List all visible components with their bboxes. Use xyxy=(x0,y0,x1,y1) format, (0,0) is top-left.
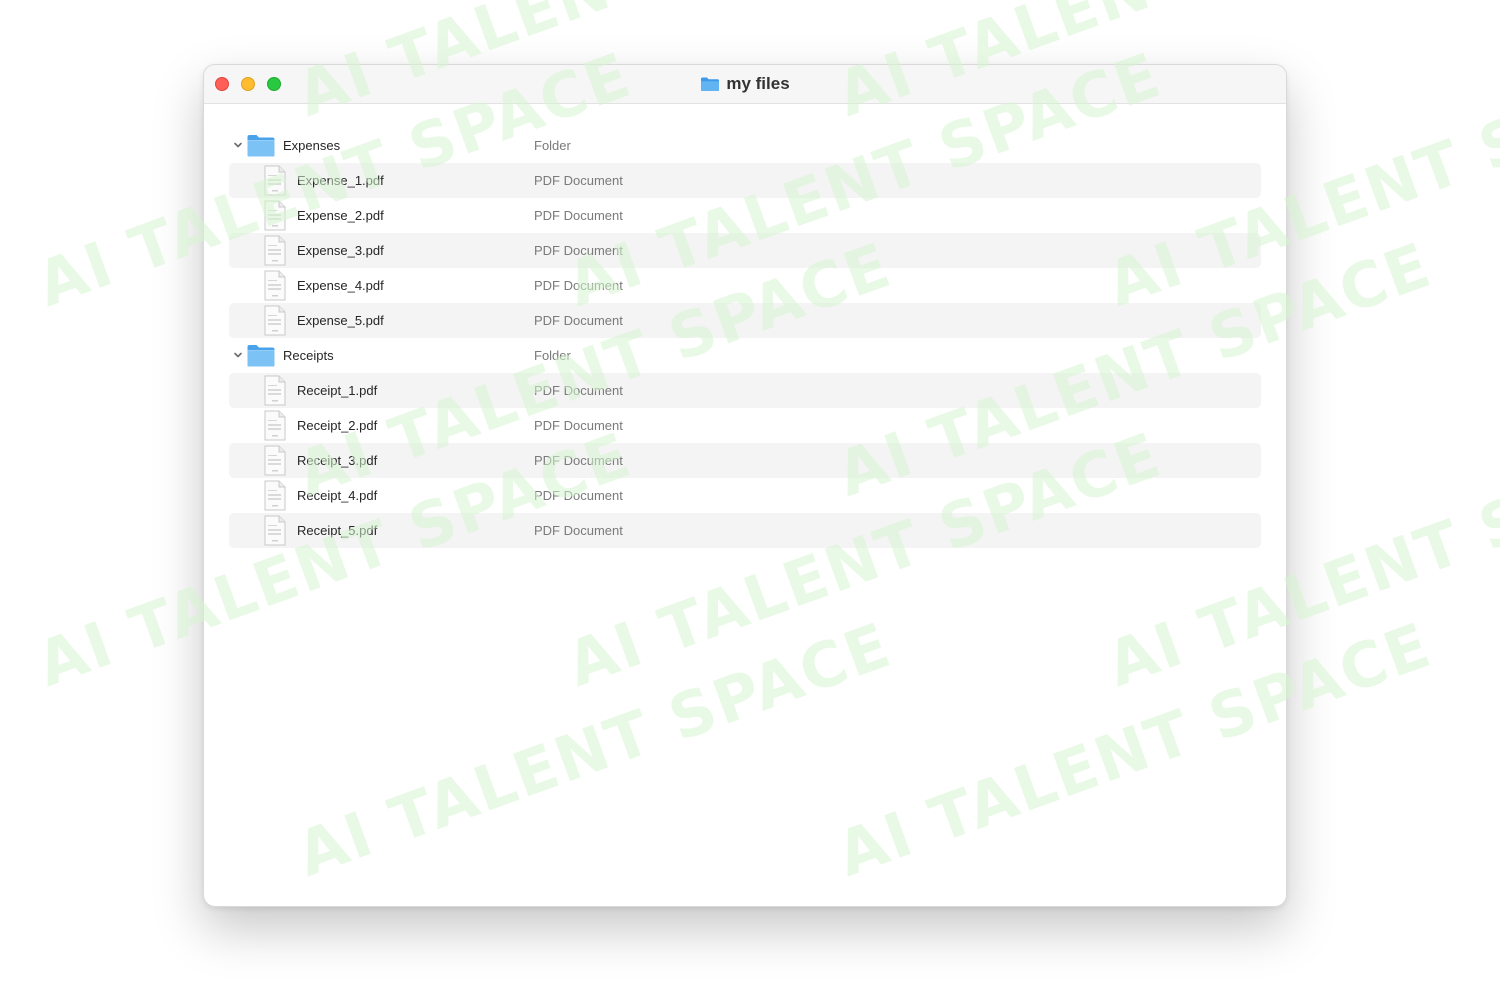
kind-label: PDF Document xyxy=(534,488,623,503)
pdf-document-icon xyxy=(264,305,286,336)
pdf-document-icon xyxy=(264,375,286,406)
file-name: Expense_2.pdf xyxy=(297,208,384,223)
disclosure-chevron-icon[interactable] xyxy=(232,139,244,151)
pdf-document-icon xyxy=(264,165,286,196)
pdf-document-icon xyxy=(264,235,286,266)
kind-label: PDF Document xyxy=(534,453,623,468)
kind-label: PDF Document xyxy=(534,278,623,293)
kind-label: PDF Document xyxy=(534,418,623,433)
pdf-document-icon xyxy=(264,515,286,546)
kind-label: PDF Document xyxy=(534,208,623,223)
title-bar[interactable]: my files xyxy=(204,65,1286,104)
kind-label: PDF Document xyxy=(534,313,623,328)
kind-label: PDF Document xyxy=(534,523,623,538)
kind-label: Folder xyxy=(534,348,571,363)
file-row[interactable]: Expense_1.pdf PDF Document xyxy=(229,163,1261,198)
window-title: my files xyxy=(726,74,790,93)
kind-label: PDF Document xyxy=(534,173,623,188)
folder-icon xyxy=(247,345,275,367)
pdf-document-icon xyxy=(264,200,286,231)
file-row[interactable]: Receipt_2.pdf PDF Document xyxy=(229,408,1261,443)
disclosure-chevron-icon[interactable] xyxy=(232,349,244,361)
folder-icon xyxy=(247,135,275,157)
file-row[interactable]: Expense_4.pdf PDF Document xyxy=(229,268,1261,303)
file-row[interactable]: Receipt_4.pdf PDF Document xyxy=(229,478,1261,513)
file-name: Receipt_1.pdf xyxy=(297,383,378,398)
file-row[interactable]: Receipt_5.pdf PDF Document xyxy=(229,513,1261,548)
folder-name: Receipts xyxy=(283,348,334,363)
pdf-document-icon xyxy=(264,270,286,301)
file-name: Receipt_3.pdf xyxy=(297,453,378,468)
kind-label: PDF Document xyxy=(534,243,623,258)
file-row[interactable]: Expense_2.pdf PDF Document xyxy=(229,198,1261,233)
file-row[interactable]: Receipt_3.pdf PDF Document xyxy=(229,443,1261,478)
file-name: Receipt_2.pdf xyxy=(297,418,378,433)
file-name: Expense_5.pdf xyxy=(297,313,384,328)
kind-label: Folder xyxy=(534,138,571,153)
file-name: Receipt_5.pdf xyxy=(297,523,378,538)
pdf-document-icon xyxy=(264,410,286,441)
folder-icon xyxy=(701,77,720,91)
file-row[interactable]: Expense_3.pdf PDF Document xyxy=(229,233,1261,268)
file-name: Expense_4.pdf xyxy=(297,278,384,293)
desktop-background: my files Expenses Folder Expense_1.pdf PDF … xyxy=(0,0,1500,1000)
folder-row[interactable]: Receipts Folder xyxy=(229,338,1261,373)
folder-row[interactable]: Expenses Folder xyxy=(229,128,1261,163)
pdf-document-icon xyxy=(264,445,286,476)
file-row[interactable]: Expense_5.pdf PDF Document xyxy=(229,303,1261,338)
pdf-document-icon xyxy=(264,480,286,511)
kind-label: PDF Document xyxy=(534,383,623,398)
file-name: Receipt_4.pdf xyxy=(297,488,378,503)
file-row[interactable]: Receipt_1.pdf PDF Document xyxy=(229,373,1261,408)
finder-window: my files Expenses Folder Expense_1.pdf PDF … xyxy=(203,64,1287,907)
file-name: Expense_3.pdf xyxy=(297,243,384,258)
folder-name: Expenses xyxy=(283,138,341,153)
file-name: Expense_1.pdf xyxy=(297,173,384,188)
file-list: Expenses Folder Expense_1.pdf PDF Document E… xyxy=(229,128,1261,548)
window-title-group: my files xyxy=(204,65,1286,103)
